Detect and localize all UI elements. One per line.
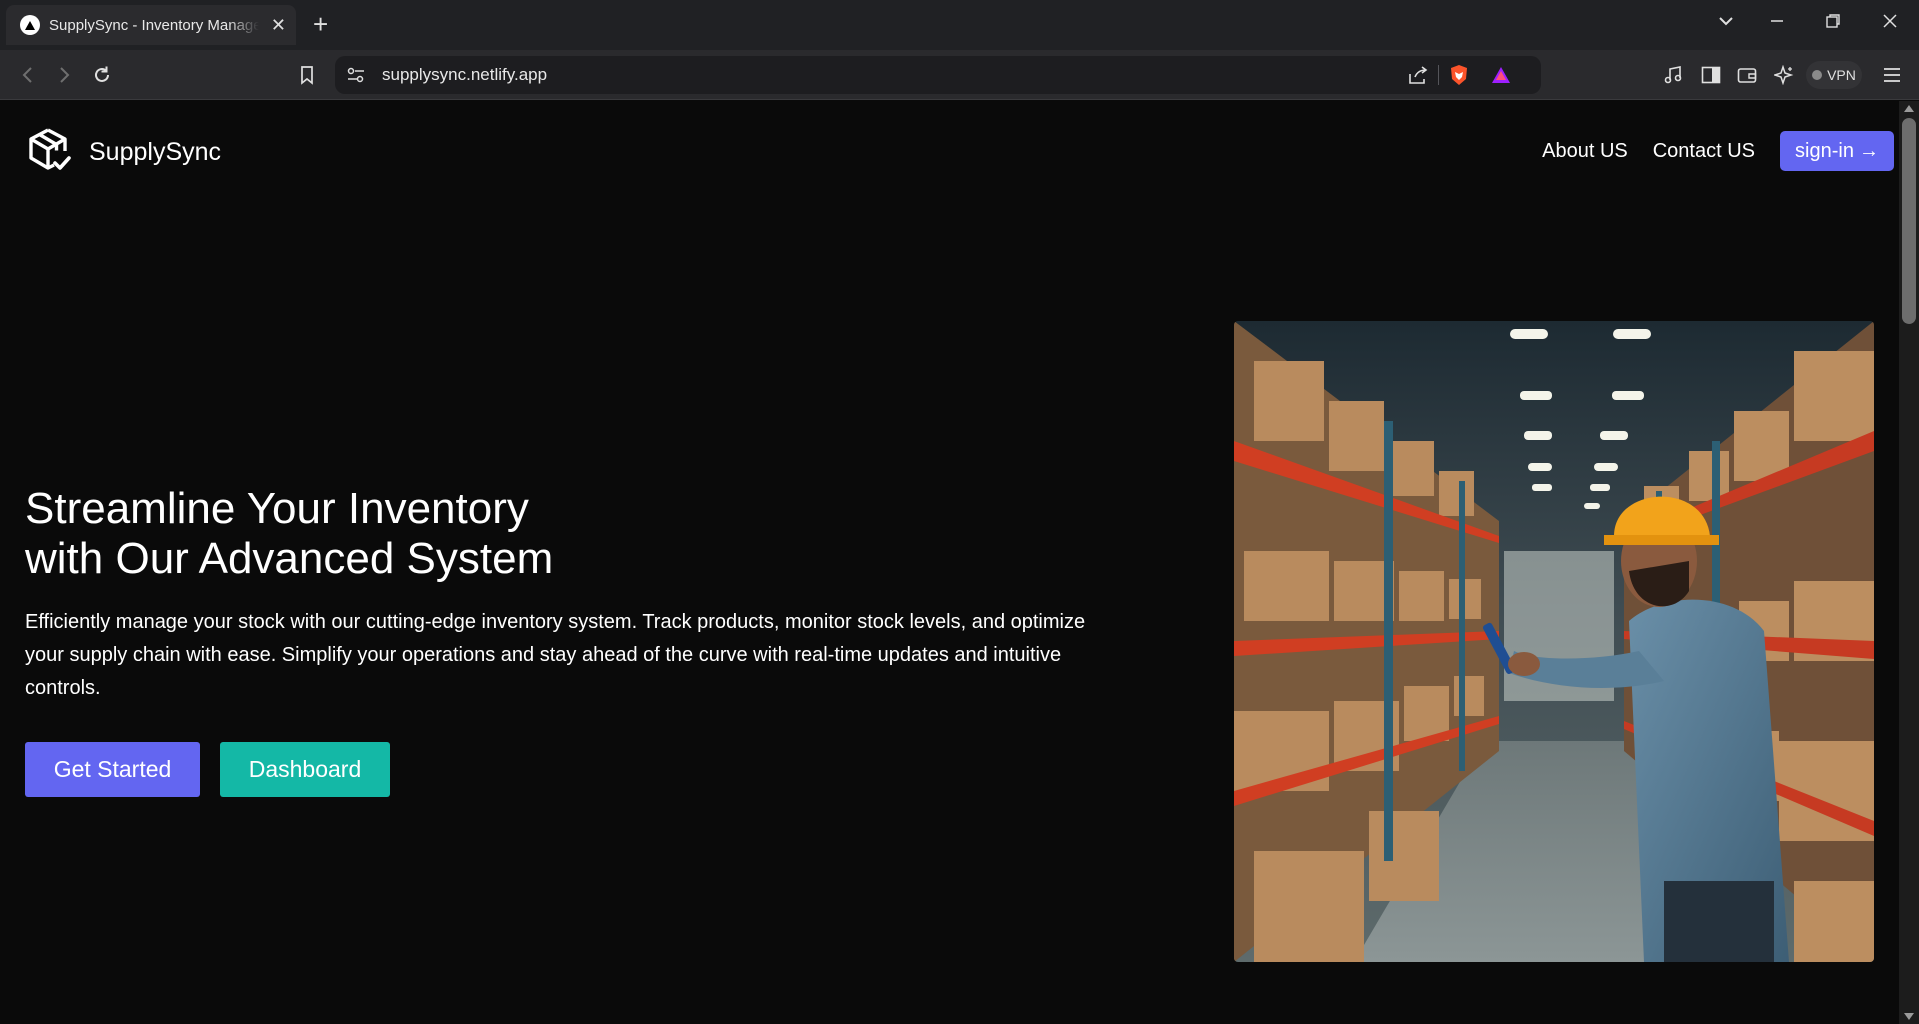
page-scrollbar[interactable] <box>1899 101 1919 1024</box>
url-divider <box>1438 65 1439 85</box>
tab-strip: SupplySync - Inventory Management ✕ + <box>0 0 1919 50</box>
url-text[interactable]: supplysync.netlify.app <box>382 65 547 85</box>
wallet-icon[interactable] <box>1736 64 1758 86</box>
minimize-icon[interactable] <box>1768 12 1786 37</box>
reload-icon[interactable] <box>89 62 115 88</box>
back-icon[interactable] <box>15 62 41 88</box>
leo-ai-icon[interactable] <box>1773 64 1795 86</box>
hero-description: Efficiently manage your stock with our c… <box>25 611 1086 699</box>
vpn-label: VPN <box>1827 67 1856 83</box>
brand-name: SupplySync <box>89 138 222 166</box>
restore-icon[interactable] <box>1824 12 1842 37</box>
get-started-button[interactable]: Get Started <box>25 742 200 797</box>
forward-icon[interactable] <box>51 62 77 88</box>
sign-in-label: sign-in <box>1795 139 1854 162</box>
site-favicon-icon <box>20 15 40 35</box>
hero-title: Streamline Your Inventory with Our Advan… <box>25 484 665 584</box>
vpn-button[interactable]: VPN <box>1806 61 1862 89</box>
web-page: SupplySync About US Contact US sign-in →… <box>0 101 1899 1024</box>
scroll-thumb[interactable] <box>1902 118 1916 324</box>
site-settings-icon[interactable] <box>345 65 367 85</box>
address-bar[interactable]: supplysync.netlify.app <box>335 56 1541 94</box>
vpn-status-icon <box>1812 70 1823 80</box>
scroll-down-icon[interactable] <box>1904 1013 1914 1020</box>
top-navigation: About US Contact US sign-in → <box>1542 131 1894 171</box>
scroll-up-icon[interactable] <box>1904 105 1914 112</box>
browser-toolbar: supplysync.netlify.app VPN <box>0 50 1919 100</box>
arrow-right-icon: → <box>1858 139 1879 162</box>
warehouse-worker-photo <box>1234 321 1874 962</box>
close-window-icon[interactable] <box>1881 12 1899 37</box>
tab-search-icon[interactable] <box>1717 12 1735 37</box>
tab-title: SupplySync - Inventory Management <box>49 16 259 34</box>
hero-title-line-1: Streamline Your Inventory <box>25 484 529 533</box>
nav-about-us[interactable]: About US <box>1542 140 1628 163</box>
brave-shield-icon[interactable] <box>1448 65 1470 85</box>
brand-logo[interactable]: SupplySync <box>27 127 221 178</box>
nav-contact-us[interactable]: Contact US <box>1653 140 1755 163</box>
new-tab-button[interactable]: + <box>313 11 328 37</box>
bookmark-icon[interactable] <box>294 62 320 88</box>
menu-icon[interactable] <box>1881 64 1903 86</box>
package-logo-icon <box>27 127 73 178</box>
hero-title-line-2: with Our Advanced System <box>25 534 554 583</box>
music-icon[interactable] <box>1662 64 1684 86</box>
dashboard-button[interactable]: Dashboard <box>220 742 390 797</box>
tab-close-icon[interactable]: ✕ <box>271 16 286 34</box>
brave-rewards-icon[interactable] <box>1490 65 1512 85</box>
sign-in-button[interactable]: sign-in → <box>1780 131 1894 171</box>
sidebar-icon[interactable] <box>1700 64 1722 86</box>
share-icon[interactable] <box>1407 65 1429 85</box>
browser-tab[interactable]: SupplySync - Inventory Management ✕ <box>6 5 296 45</box>
